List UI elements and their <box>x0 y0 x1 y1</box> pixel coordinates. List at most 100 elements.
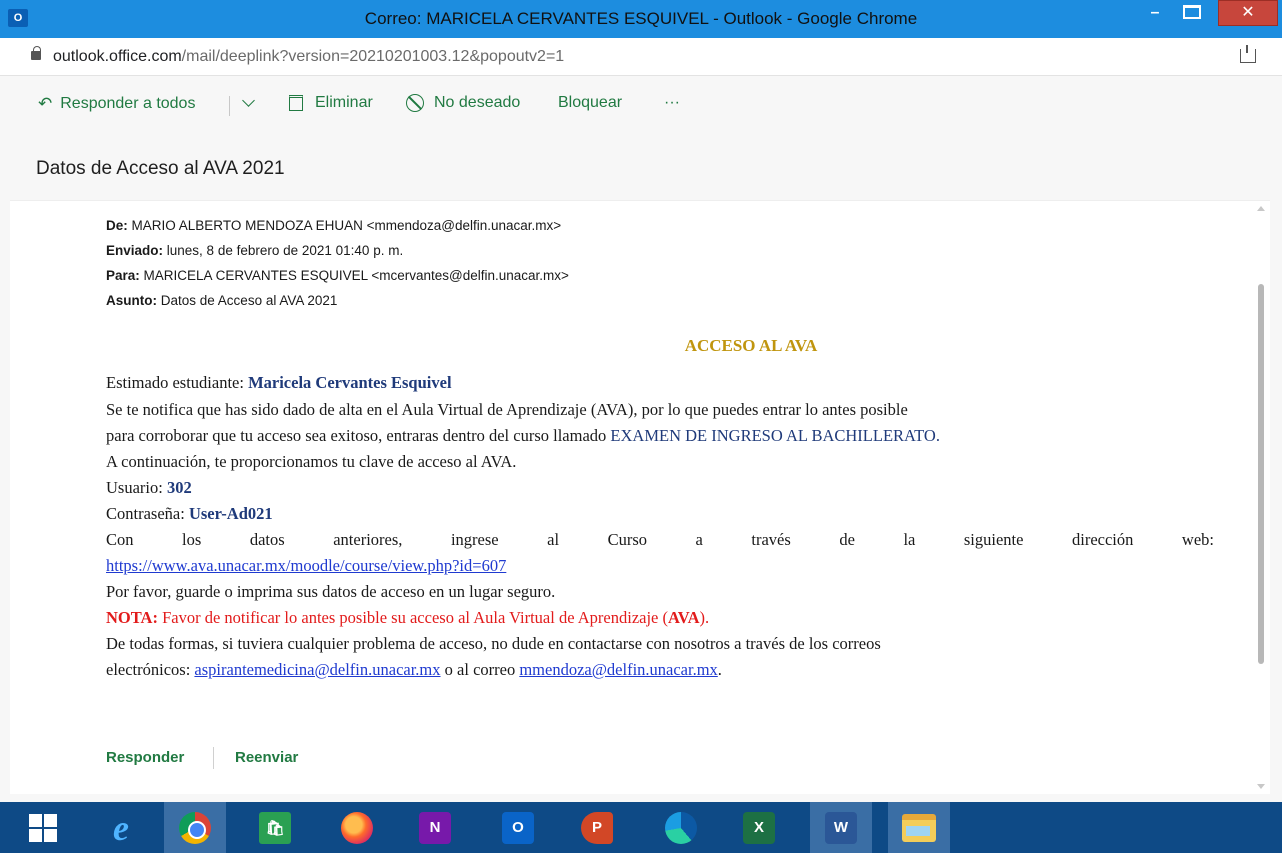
maximize-button[interactable] <box>1183 5 1201 19</box>
course-url-line: https://www.ava.unacar.mx/moodle/course/… <box>106 556 506 576</box>
line4-word: a <box>695 530 703 549</box>
line4-word: anteriores, <box>333 530 403 549</box>
more-actions-button[interactable]: ··· <box>664 94 680 112</box>
line4-word: dirección <box>1072 530 1134 549</box>
taskbar-internet-explorer[interactable]: e <box>90 802 152 853</box>
forward-button[interactable]: Reenviar <box>235 749 298 766</box>
body-line-2-text: para corroborar que tu acceso sea exitos… <box>106 426 607 445</box>
student-name: Maricela Cervantes Esquivel <box>248 373 452 392</box>
line4-word: siguiente <box>963 530 1024 549</box>
header-subject: Asunto: Datos de Acceso al AVA 2021 <box>106 293 337 308</box>
from-value: MARIO ALBERTO MENDOZA EHUAN <mmendoza@de… <box>131 218 562 233</box>
line4-word: los <box>182 530 202 549</box>
user-value: 302 <box>166 478 192 497</box>
greeting-line: Estimado estudiante: Maricela Cervantes … <box>106 373 452 393</box>
taskbar-store[interactable]: 🛍 <box>244 802 306 853</box>
password-label: Contraseña: <box>106 504 185 523</box>
reply-all-button[interactable]: ↶ Responder a todos <box>38 94 195 114</box>
line7-mid: o al correo <box>444 660 516 679</box>
chevron-down-icon[interactable] <box>240 93 260 113</box>
install-app-icon[interactable] <box>1240 45 1256 63</box>
excel-icon: X <box>743 811 775 844</box>
subject-value: Datos de Acceso al AVA 2021 <box>160 293 338 308</box>
taskbar-onenote[interactable]: N <box>404 802 466 853</box>
taskbar-word[interactable]: W <box>810 802 872 853</box>
body-line-5: Por favor, guarde o imprima sus datos de… <box>106 582 556 601</box>
header-sent: Enviado: lunes, 8 de febrero de 2021 01:… <box>106 243 403 258</box>
edge-icon <box>665 811 697 844</box>
onenote-icon: N <box>419 811 451 844</box>
line4-word: datos <box>249 530 285 549</box>
message-scrollbar[interactable] <box>1254 200 1268 798</box>
taskbar-chrome[interactable] <box>164 802 226 853</box>
url-text[interactable]: outlook.office.com/mail/deeplink?version… <box>53 48 564 66</box>
scroll-up-arrow-icon[interactable] <box>1257 206 1265 211</box>
body-heading: ACCESO AL AVA <box>684 336 818 355</box>
header-from: De: MARIO ALBERTO MENDOZA EHUAN <mmendoz… <box>106 218 561 233</box>
body-line-6: De todas formas, si tuviera cualquier pr… <box>106 634 881 653</box>
taskbar-excel[interactable]: X <box>728 802 790 853</box>
internet-explorer-icon: e <box>113 807 129 848</box>
block-button[interactable]: Bloquear <box>558 94 622 112</box>
minimize-button[interactable]: – <box>1141 4 1169 26</box>
taskbar-file-explorer[interactable] <box>888 802 950 853</box>
password-value: User-Ad021 <box>188 504 273 523</box>
taskbar-outlook[interactable]: O <box>487 802 549 853</box>
taskbar-edge[interactable] <box>650 802 712 853</box>
line4-word: la <box>903 530 916 549</box>
note-line: NOTA: Favor de notificar lo antes posibl… <box>106 608 709 628</box>
outlook-icon: O <box>502 811 534 844</box>
junk-label: No deseado <box>434 94 521 111</box>
reply-button[interactable]: Responder <box>106 749 184 766</box>
trash-icon <box>289 95 303 111</box>
email-link-aspirante[interactable]: aspirantemedicina@delfin.unacar.mx <box>194 660 440 679</box>
line4-word: través <box>751 530 791 549</box>
note-end: ). <box>699 608 710 627</box>
course-url-link[interactable]: https://www.ava.unacar.mx/moodle/course/… <box>106 556 506 575</box>
subject-label: Asunto: <box>106 293 157 308</box>
body-line-1: Se te notifica que has sido dado de alta… <box>106 400 908 419</box>
note-ava: AVA <box>668 608 700 627</box>
delete-button[interactable]: Eliminar <box>289 94 373 112</box>
header-to: Para: MARICELA CERVANTES ESQUIVEL <mcerv… <box>106 268 569 283</box>
line4-word: Con <box>106 530 134 549</box>
body-line-3: A continuación, te proporcionamos tu cla… <box>106 452 517 471</box>
user-line: Usuario: 302 <box>106 478 192 498</box>
url-host: outlook.office.com <box>53 48 182 65</box>
line4-word: web: <box>1181 530 1214 549</box>
sent-value: lunes, 8 de febrero de 2021 01:40 p. m. <box>166 243 404 258</box>
window-title: Correo: MARICELA CERVANTES ESQUIVEL - Ou… <box>364 9 918 28</box>
scroll-down-arrow-icon[interactable] <box>1257 784 1265 789</box>
chrome-icon <box>179 811 211 844</box>
reply-all-icon: ↶ <box>38 94 53 113</box>
taskbar-powerpoint[interactable]: P <box>566 802 628 853</box>
message-subject: Datos de Acceso al AVA 2021 <box>36 158 285 179</box>
to-label: Para: <box>106 268 140 283</box>
more-label: ··· <box>664 94 680 111</box>
taskbar-firefox[interactable] <box>326 802 388 853</box>
command-bar: ↶ Responder a todos Eliminar No deseado … <box>0 76 1282 132</box>
body-line-2: para corroborar que tu acceso sea exitos… <box>106 426 940 446</box>
delete-label: Eliminar <box>315 94 373 111</box>
toolbar-divider <box>229 96 230 116</box>
body-line-7: electrónicos: aspirantemedicina@delfin.u… <box>106 660 722 680</box>
windows-taskbar: e 🛍 N O P X W <box>0 802 1282 853</box>
block-circle-icon <box>406 94 424 112</box>
start-button[interactable] <box>12 802 74 853</box>
url-path: /mail/deeplink?version=20210201003.12&po… <box>181 48 565 65</box>
close-button[interactable]: ✕ <box>1218 0 1278 26</box>
lock-icon <box>31 46 41 60</box>
body-line-4: Con los datos anteriores, ingrese al Curso a tra… <box>106 530 1214 550</box>
password-line: Contraseña: User-Ad021 <box>106 504 273 524</box>
address-bar[interactable]: outlook.office.com/mail/deeplink?version… <box>0 38 1282 76</box>
note-text: Favor de notificar lo antes posible su a… <box>162 608 668 627</box>
greeting-label: Estimado estudiante: <box>106 373 244 392</box>
word-icon: W <box>825 811 857 844</box>
message-card <box>10 200 1270 794</box>
line4-word: de <box>839 530 855 549</box>
junk-button[interactable]: No deseado <box>406 94 520 112</box>
scroll-thumb[interactable] <box>1258 284 1264 664</box>
email-link-mmendoza[interactable]: mmendoza@delfin.unacar.mx <box>519 660 717 679</box>
from-label: De: <box>106 218 128 233</box>
firefox-icon <box>341 811 373 844</box>
